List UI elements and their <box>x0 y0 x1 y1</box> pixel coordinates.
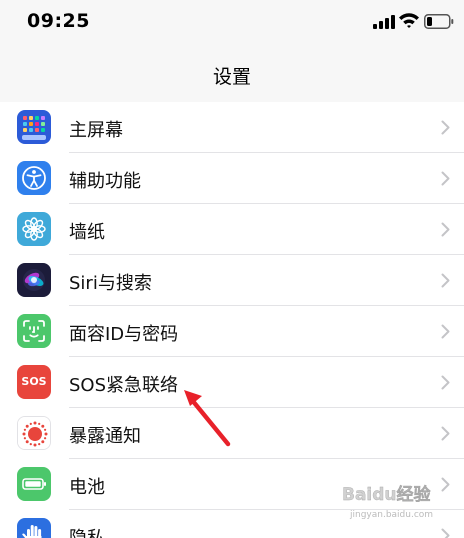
settings-item-home-screen[interactable]: 主屏幕 <box>0 102 464 153</box>
settings-item-wallpaper[interactable]: 墙纸 <box>0 204 464 255</box>
privacy-hand-icon <box>17 518 51 538</box>
chevron-right-icon <box>441 375 450 390</box>
chevron-right-icon <box>441 273 450 288</box>
siri-icon <box>17 263 51 297</box>
settings-item-siri-search[interactable]: Siri与搜索 <box>0 255 464 306</box>
settings-list[interactable]: 主屏幕 辅助功能 墙纸 Siri与搜索 面容ID与密码 SOS SOS紧急联络 … <box>0 102 464 538</box>
sos-icon-text: SOS <box>21 375 47 388</box>
face-id-icon <box>17 314 51 348</box>
settings-item-label: 面容ID与密码 <box>69 324 179 345</box>
settings-item-face-id-passcode[interactable]: 面容ID与密码 <box>0 306 464 357</box>
status-time: 09:25 <box>27 10 90 32</box>
chevron-right-icon <box>441 528 450 538</box>
navigation-bar: 设置 <box>0 46 464 103</box>
settings-item-label: 墙纸 <box>69 222 105 243</box>
status-bar: 09:25 <box>0 0 464 46</box>
settings-item-label: SOS紧急联络 <box>69 375 179 396</box>
settings-item-label: 电池 <box>69 477 105 498</box>
settings-item-battery[interactable]: 电池 <box>0 459 464 510</box>
exposure-notification-icon <box>17 416 51 450</box>
chevron-right-icon <box>441 171 450 186</box>
sos-icon: SOS <box>17 365 51 399</box>
settings-item-accessibility[interactable]: 辅助功能 <box>0 153 464 204</box>
wallpaper-icon <box>17 212 51 246</box>
battery-status-icon <box>424 14 454 29</box>
settings-item-label: 暴露通知 <box>69 426 141 447</box>
wifi-icon <box>399 13 419 28</box>
battery-icon <box>17 467 51 501</box>
chevron-right-icon <box>441 477 450 492</box>
chevron-right-icon <box>441 222 450 237</box>
chevron-right-icon <box>441 120 450 135</box>
settings-item-emergency-sos[interactable]: SOS SOS紧急联络 <box>0 357 464 408</box>
settings-item-privacy[interactable]: 隐私 <box>0 510 464 538</box>
chevron-right-icon <box>441 324 450 339</box>
chevron-right-icon <box>441 426 450 441</box>
accessibility-icon <box>17 161 51 195</box>
settings-item-label: 主屏幕 <box>69 120 123 141</box>
page-title: 设置 <box>212 66 251 88</box>
settings-item-exposure-notifications[interactable]: 暴露通知 <box>0 408 464 459</box>
settings-item-label: 隐私 <box>69 524 105 538</box>
settings-item-label: 辅助功能 <box>69 171 141 192</box>
cellular-signal-icon <box>373 15 395 29</box>
settings-item-label: Siri与搜索 <box>69 273 152 294</box>
home-screen-icon <box>17 110 51 144</box>
